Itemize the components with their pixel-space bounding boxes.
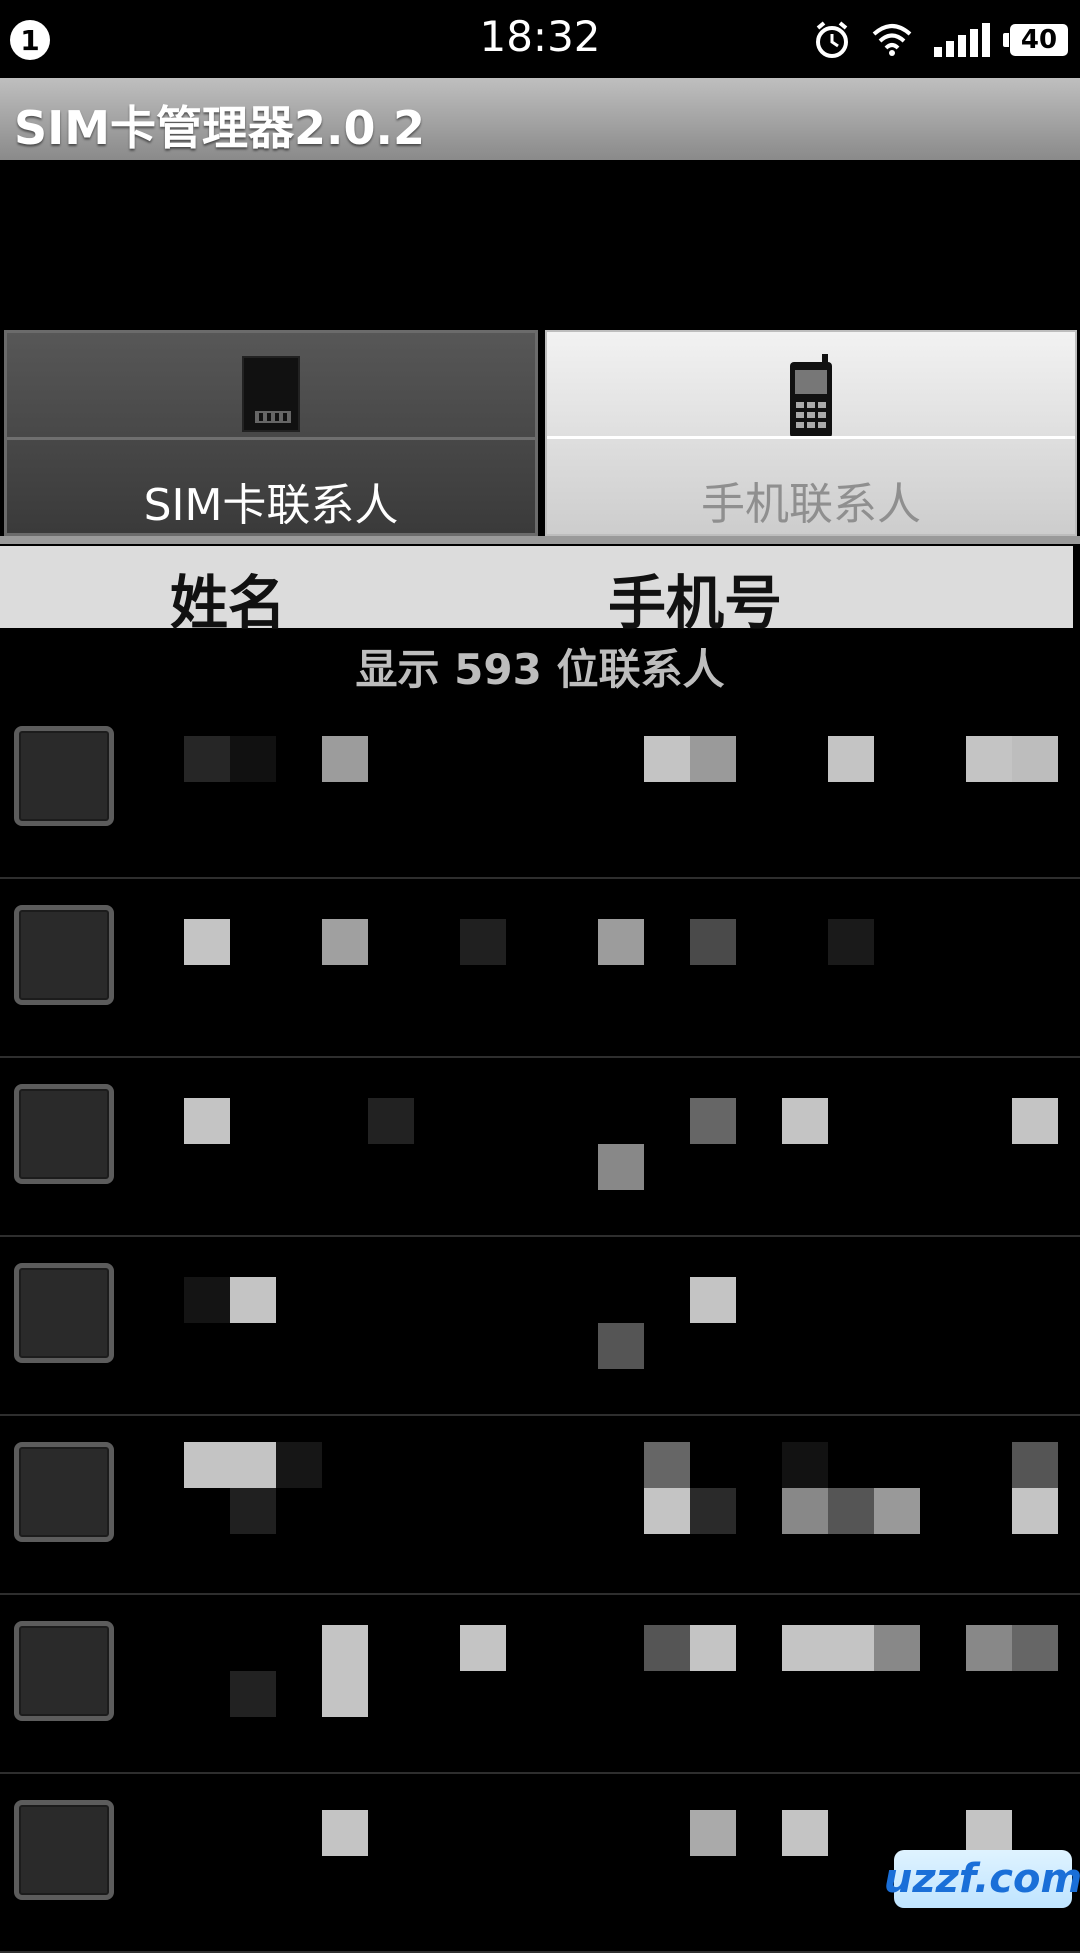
tab-divider (7, 437, 535, 440)
status-bar: 1 18:32 40 (0, 0, 1080, 78)
pixelated-contact-info (0, 700, 1080, 879)
tab-phone-contacts[interactable]: 手机联系人 (545, 330, 1077, 536)
tab-sim-label: SIM卡联系人 (143, 480, 399, 531)
app-title: SIM卡管理器2.0.2 (14, 101, 425, 155)
contact-checkbox[interactable] (14, 1263, 114, 1363)
list-item[interactable] (0, 879, 1080, 1058)
contact-checkbox[interactable] (14, 905, 114, 1005)
contact-checkbox[interactable] (14, 726, 114, 826)
column-name-header: 姓名 (170, 569, 287, 637)
contact-checkbox[interactable] (14, 1084, 114, 1184)
app-title-bar: SIM卡管理器2.0.2 (0, 78, 1080, 160)
pixelated-contact-info (0, 879, 1080, 1058)
list-item[interactable] (0, 1237, 1080, 1416)
pixelated-contact-info (0, 1058, 1080, 1237)
site-watermark-logo: uzzf.com (884, 1850, 1080, 1908)
wifi-icon (870, 22, 914, 58)
list-item[interactable] (0, 1416, 1080, 1595)
sim-card-icon (239, 355, 303, 437)
contact-count: 显示 593 位联系人 (355, 645, 725, 694)
pixelated-contact-info (0, 1595, 1080, 1774)
battery-icon: 40 (1003, 24, 1068, 56)
signal-icon (932, 21, 992, 59)
status-icons: 40 (812, 16, 1068, 64)
mobile-phone-icon (786, 354, 836, 444)
list-item[interactable] (0, 1058, 1080, 1237)
contact-checkbox[interactable] (14, 1442, 114, 1542)
contact-checkbox[interactable] (14, 1621, 114, 1721)
list-item[interactable] (0, 700, 1080, 879)
tab-divider (547, 436, 1075, 439)
contact-list (0, 700, 1080, 1953)
alarm-icon (812, 20, 852, 60)
column-header: 姓名 手机号 (0, 546, 1073, 637)
list-item[interactable] (0, 1595, 1080, 1774)
tab-phone-label: 手机联系人 (701, 479, 921, 530)
pixelated-contact-info (0, 1237, 1080, 1416)
pixelated-contact-info (0, 1416, 1080, 1595)
column-phone-header: 手机号 (608, 569, 783, 637)
contact-checkbox[interactable] (14, 1800, 114, 1900)
tab-sim-contacts[interactable]: SIM卡联系人 (4, 330, 538, 536)
tab-underline (0, 536, 1080, 544)
